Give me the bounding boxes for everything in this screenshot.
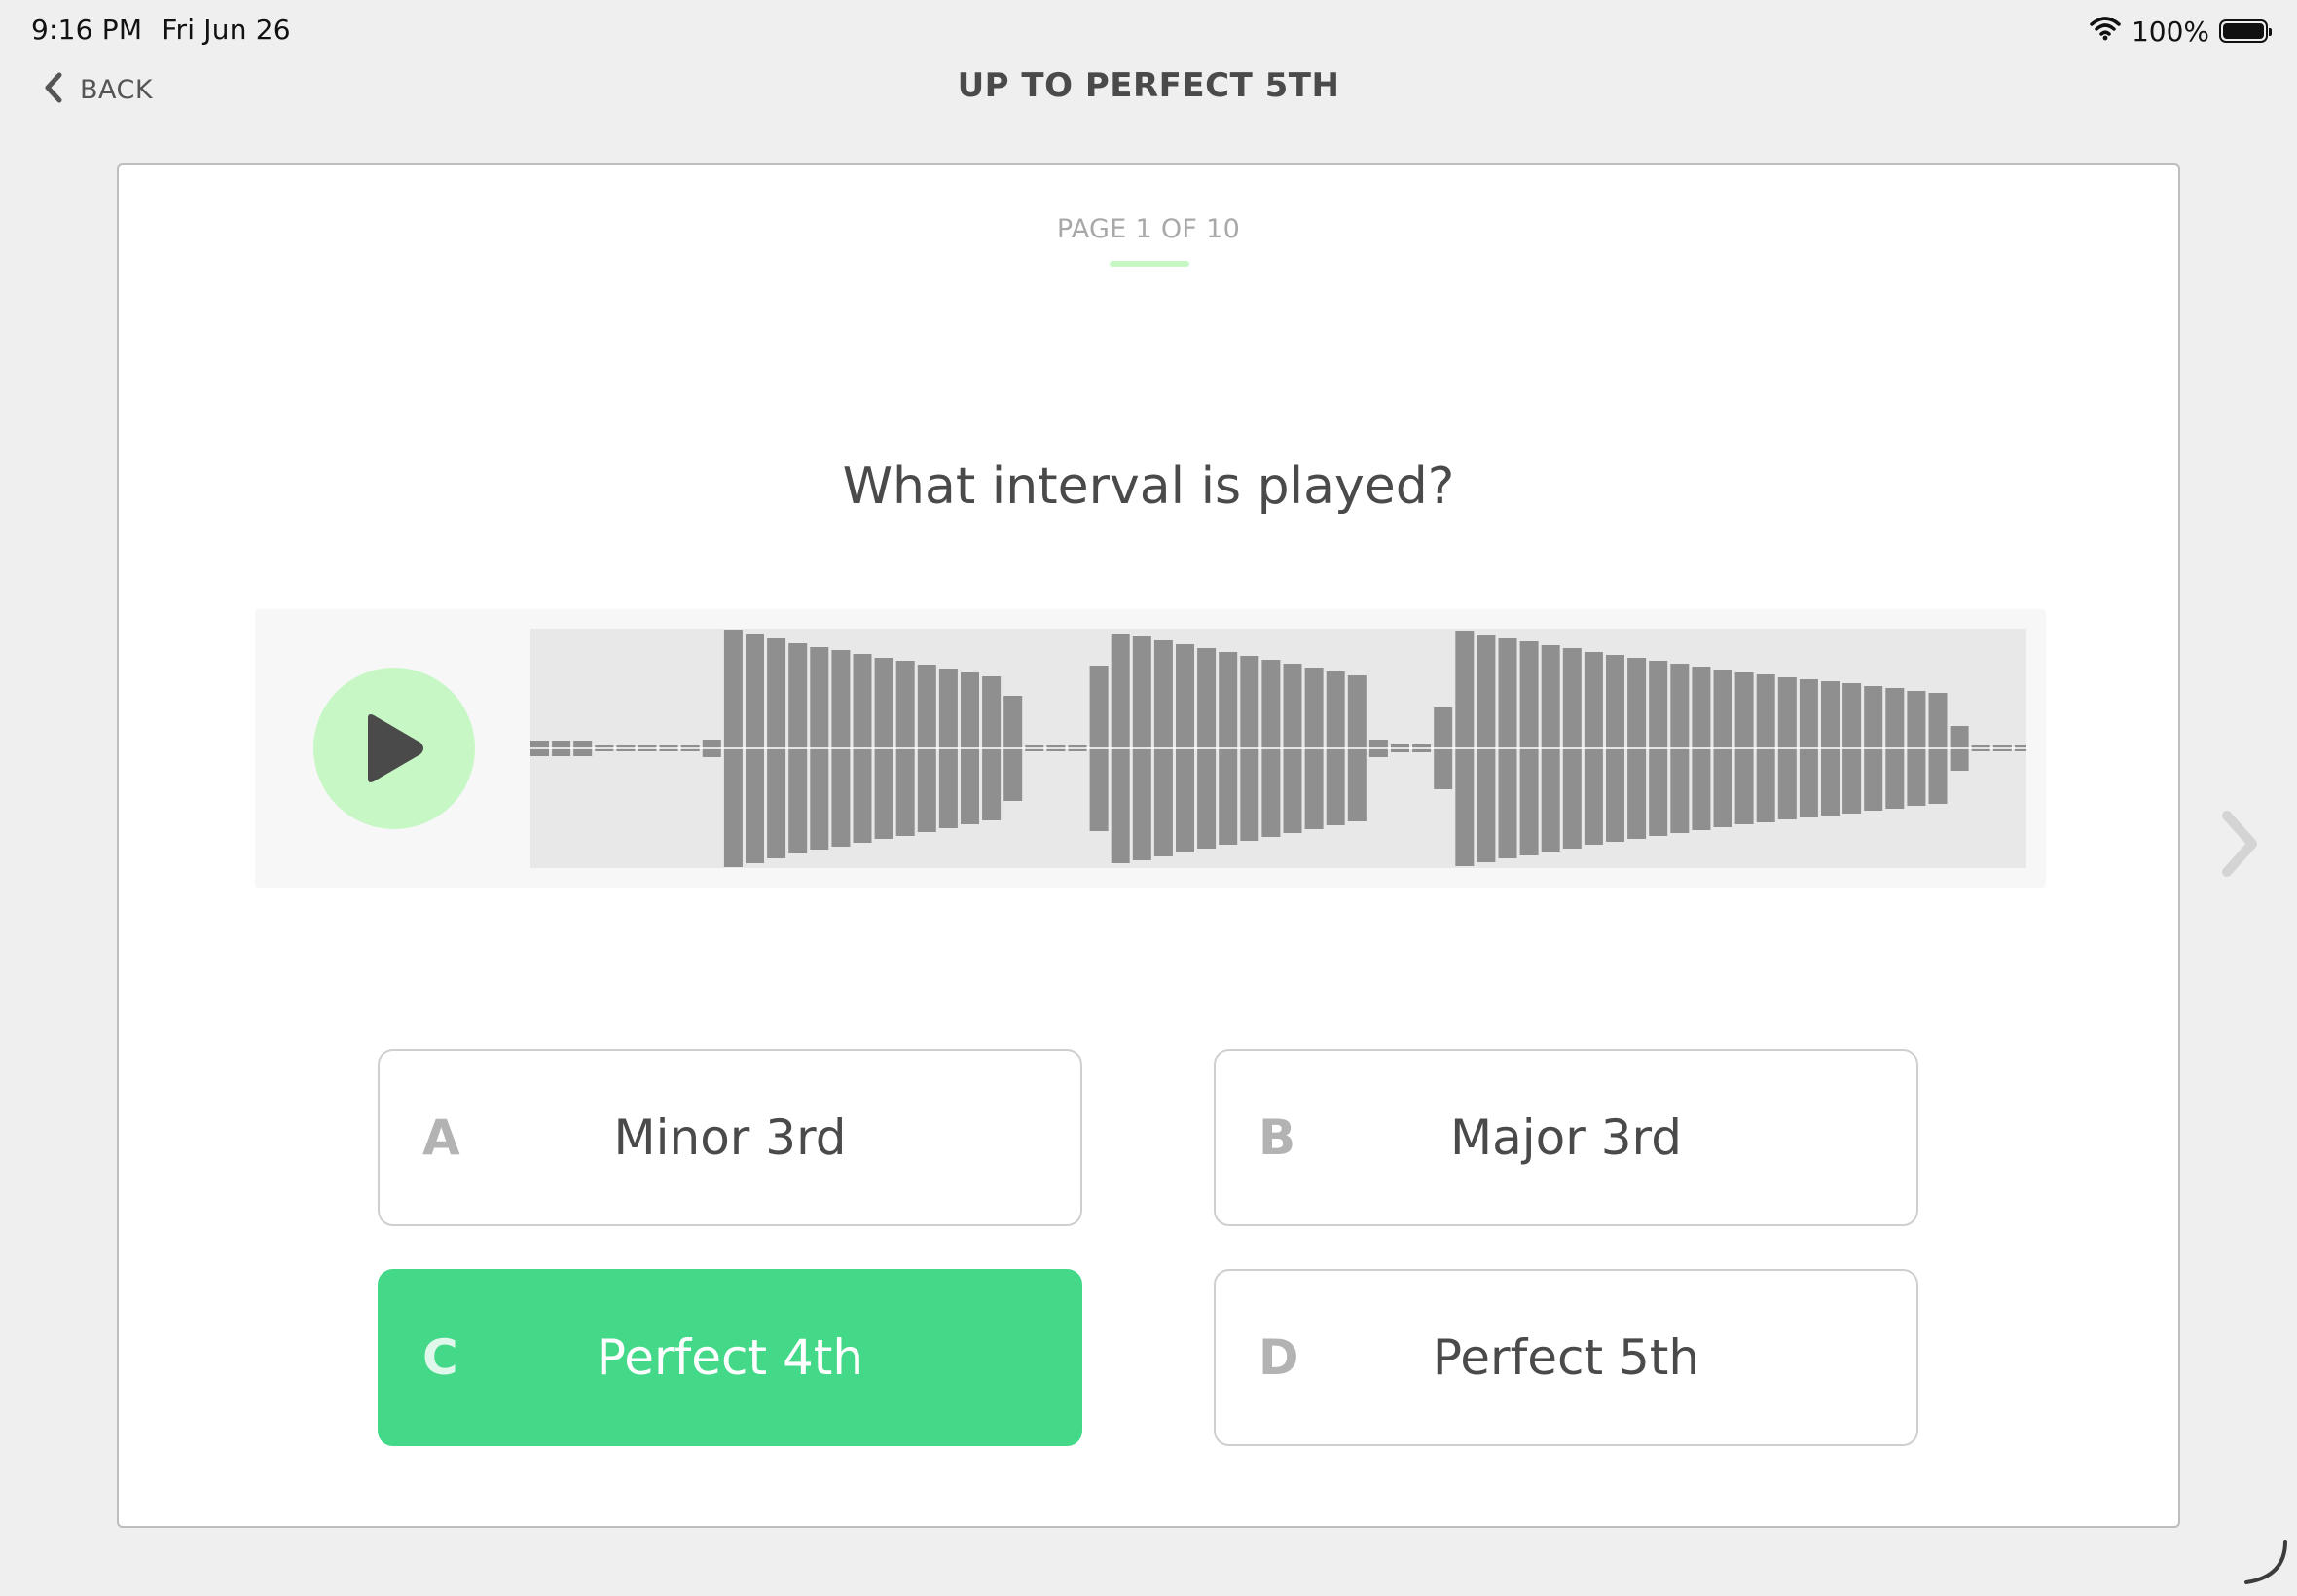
resize-handle[interactable]: [2241, 1538, 2289, 1590]
answer-text: Perfect 5th: [1432, 1329, 1700, 1386]
battery-cap: [2269, 28, 2272, 36]
question-text: What interval is played?: [842, 457, 1455, 516]
waveform-graphic: [530, 630, 2026, 867]
answer-text: Perfect 4th: [596, 1329, 864, 1386]
answer-option-c[interactable]: C Perfect 4th: [378, 1269, 1082, 1446]
chevron-right-icon: [2222, 811, 2257, 877]
next-page-button[interactable]: [2215, 808, 2264, 884]
status-bar-time: 9:16 PM Fri Jun 26: [31, 14, 310, 46]
status-bar-right: 100%: [2089, 12, 2272, 51]
battery-percent: 100%: [2131, 15, 2209, 48]
status-date: Fri Jun 26: [162, 14, 291, 46]
audio-player: [255, 609, 2046, 888]
answer-option-d[interactable]: D Perfect 5th: [1214, 1269, 1918, 1446]
battery-icon: [2219, 19, 2272, 43]
answer-text: Major 3rd: [1450, 1109, 1682, 1166]
wifi-icon: [2089, 16, 2122, 48]
answer-option-a[interactable]: A Minor 3rd: [378, 1049, 1082, 1226]
answer-text: Minor 3rd: [613, 1109, 847, 1166]
waveform: [530, 629, 2026, 868]
page-indicator: PAGE 1 OF 10: [1056, 214, 1241, 244]
status-time: 9:16 PM: [31, 14, 143, 46]
answer-option-b[interactable]: B Major 3rd: [1214, 1049, 1918, 1226]
play-icon: [368, 714, 423, 782]
quiz-card: PAGE 1 OF 10 What interval is played? A …: [117, 163, 2180, 1528]
resize-corner-icon: [2244, 1540, 2287, 1584]
page-progress-bar: [1110, 261, 1189, 267]
battery-fill: [2223, 23, 2264, 39]
page-title: UP TO PERFECT 5TH: [957, 66, 1340, 105]
play-button[interactable]: [313, 668, 475, 829]
